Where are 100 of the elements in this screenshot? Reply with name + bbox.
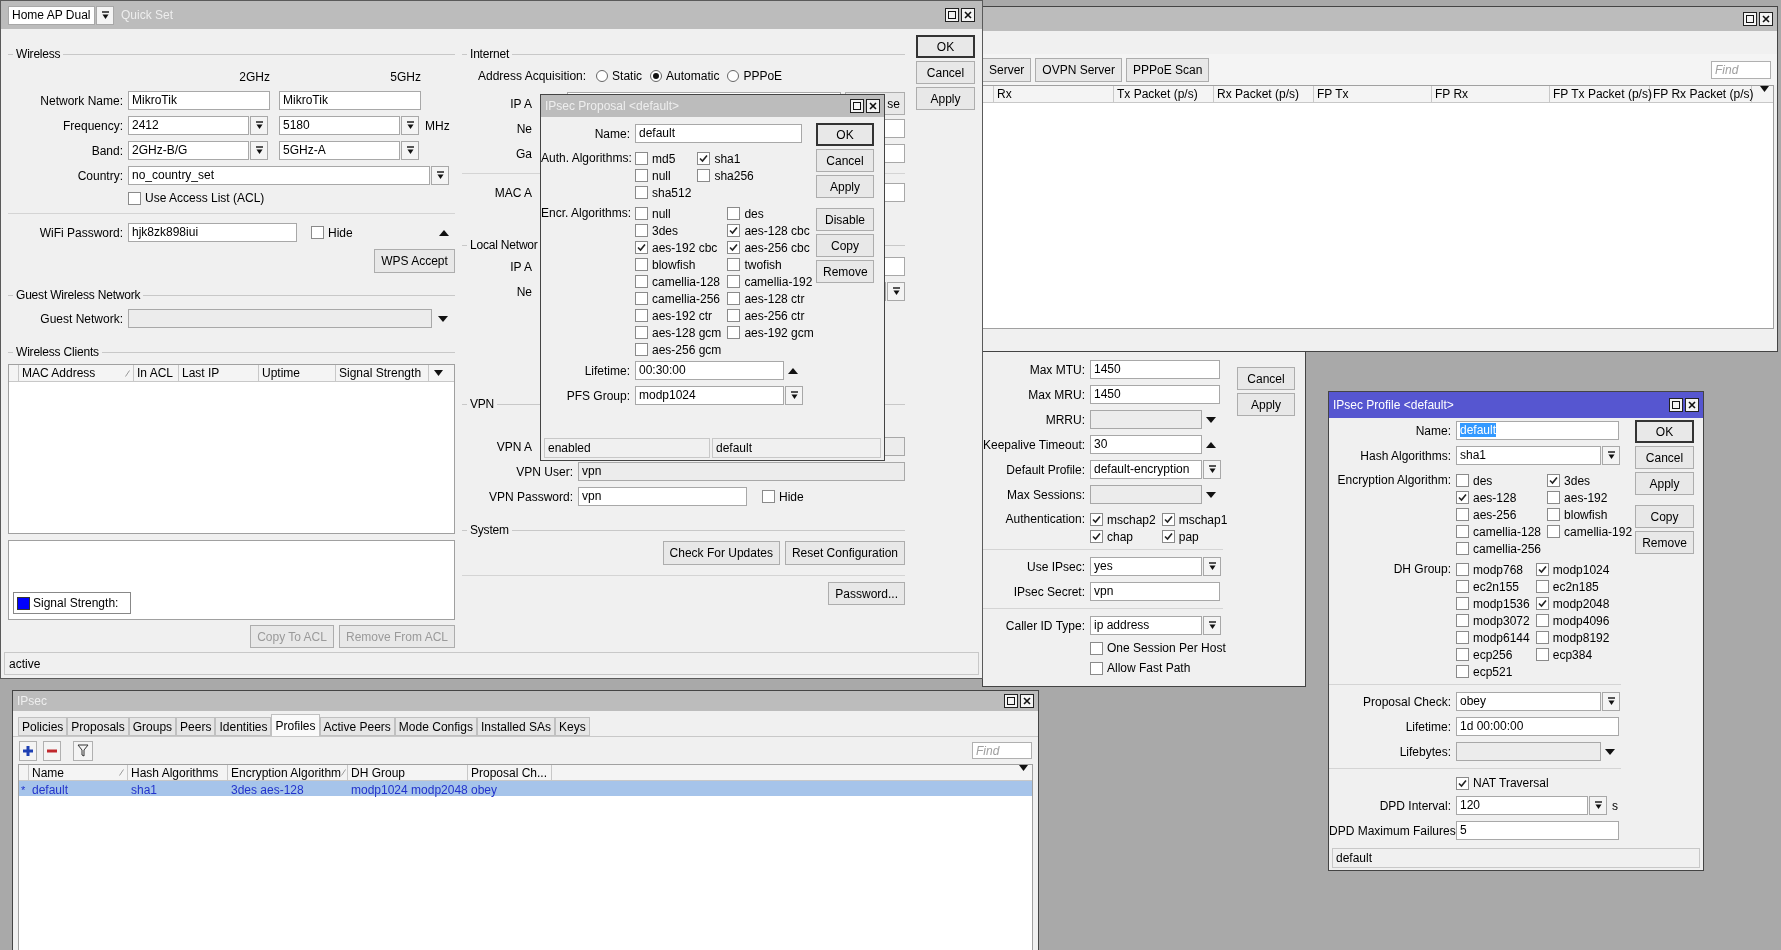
checkbox[interactable]: camellia-128 — [635, 273, 722, 290]
checkbox[interactable]: twofish — [727, 256, 814, 273]
radio-button[interactable]: PPPoE — [727, 67, 783, 85]
tab[interactable]: Groups — [128, 717, 177, 736]
up-arrow-icon[interactable] — [1206, 441, 1216, 448]
table-row[interactable]: * default sha1 3des aes-128 modp1024 modp2048 obey — [19, 781, 1032, 796]
input-field[interactable]: MikroTik — [279, 91, 421, 110]
input-field[interactable]: default-encryption — [1090, 460, 1202, 479]
input-field[interactable]: modp1024 — [635, 386, 784, 405]
tab[interactable]: Mode Configs — [394, 717, 477, 736]
dropdown-button[interactable] — [431, 166, 449, 185]
dropdown-button[interactable] — [96, 5, 114, 25]
input-field[interactable]: 1450 — [1090, 385, 1220, 404]
column-menu-icon[interactable] — [1018, 765, 1028, 771]
action-button[interactable]: OK — [816, 123, 874, 146]
action-button[interactable]: WPS Accept — [374, 249, 455, 273]
down-arrow-icon[interactable] — [1206, 491, 1216, 498]
action-button[interactable]: PPPoE Scan — [1126, 57, 1210, 82]
action-button[interactable]: Check For Updates — [662, 541, 780, 565]
action-button[interactable]: Password... — [828, 582, 905, 605]
checkbox[interactable]: camellia-192 — [727, 273, 814, 290]
column-header[interactable]: Encryption Algorithm — [228, 765, 348, 780]
input-field[interactable] — [128, 309, 432, 328]
checkbox[interactable]: Allow Fast Path — [1090, 659, 1191, 677]
checkbox[interactable]: null — [635, 205, 722, 222]
checkbox[interactable]: sha1 — [697, 150, 754, 167]
down-arrow-icon[interactable] — [1206, 416, 1216, 423]
maximize-button[interactable] — [1743, 12, 1757, 26]
input-field[interactable]: 00:30:00 — [635, 361, 784, 380]
checkbox[interactable]: camellia-128 — [1456, 523, 1542, 540]
checkbox[interactable]: camellia-256 — [635, 290, 722, 307]
remove-button[interactable] — [43, 740, 61, 761]
action-button[interactable]: Apply — [1635, 472, 1694, 495]
column-header[interactable]: Rx — [994, 86, 1114, 102]
action-button[interactable]: Cancel — [1237, 367, 1295, 390]
checkbox[interactable]: NAT Traversal — [1456, 774, 1549, 792]
action-button[interactable]: Remove — [1635, 531, 1694, 554]
checkbox[interactable]: aes-128 cbc — [727, 222, 814, 239]
action-button[interactable]: Disable — [816, 208, 874, 231]
column-header[interactable]: In ACL — [134, 365, 179, 381]
input-field[interactable]: default — [635, 124, 802, 143]
input-field[interactable]: 5 — [1456, 821, 1619, 840]
maximize-button[interactable] — [1669, 398, 1683, 412]
up-arrow-icon[interactable] — [788, 367, 798, 374]
tab[interactable]: Identities — [215, 717, 272, 736]
checkbox[interactable]: camellia-192 — [1547, 523, 1633, 540]
checkbox[interactable]: One Session Per Host — [1090, 639, 1226, 657]
dropdown-button[interactable] — [1203, 557, 1221, 576]
down-arrow-icon[interactable] — [1605, 748, 1615, 755]
down-arrow-icon[interactable] — [438, 315, 448, 322]
dropdown-button[interactable] — [1602, 692, 1620, 711]
checkbox[interactable]: null — [635, 167, 692, 184]
checkbox[interactable]: chap — [1090, 528, 1156, 545]
tab[interactable]: Keys — [554, 717, 590, 736]
input-field[interactable]: ip address — [1090, 616, 1202, 635]
tab[interactable]: Proposals — [67, 717, 129, 736]
column-header[interactable]: Uptime — [259, 365, 336, 381]
action-button[interactable]: Cancel — [916, 61, 975, 84]
radio-button[interactable]: Static — [596, 67, 643, 85]
checkbox[interactable]: des — [1456, 472, 1542, 489]
column-header[interactable]: DH Group — [348, 765, 468, 780]
input-field[interactable]: 5180 — [279, 116, 400, 135]
checkbox[interactable]: ecp521 — [1456, 663, 1530, 680]
checkbox[interactable]: des — [727, 205, 814, 222]
column-header[interactable]: Proposal Ch... — [468, 765, 552, 780]
dropdown-button[interactable] — [401, 116, 419, 135]
checkbox[interactable]: modp768 — [1456, 561, 1530, 578]
close-button[interactable] — [866, 99, 880, 113]
input-field[interactable]: obey — [1456, 692, 1601, 711]
close-button[interactable] — [961, 8, 975, 22]
close-button[interactable] — [1759, 12, 1773, 26]
tab[interactable]: Installed SAs — [476, 717, 555, 736]
checkbox[interactable]: modp8192 — [1535, 629, 1610, 646]
filter-button[interactable] — [73, 740, 93, 761]
find-field[interactable]: Find — [1711, 60, 1771, 79]
maximize-button[interactable] — [945, 8, 959, 22]
input-field[interactable]: 120 — [1456, 796, 1588, 815]
action-button[interactable]: OK — [916, 35, 975, 58]
column-header[interactable]: FP Tx Packet (p/s) — [1550, 86, 1650, 102]
column-header[interactable]: FP Rx — [1432, 86, 1550, 102]
find-field[interactable]: Find — [972, 742, 1032, 759]
action-button[interactable]: Apply — [816, 175, 874, 198]
checkbox[interactable]: 3des — [1547, 472, 1633, 489]
input-field[interactable]: 5GHz-A — [279, 141, 400, 160]
column-header[interactable]: MAC Address — [19, 365, 134, 381]
input-field[interactable]: 2GHz-B/G — [128, 141, 249, 160]
dropdown-button[interactable] — [1203, 460, 1221, 479]
checkbox[interactable]: modp2048 — [1535, 595, 1610, 612]
checkbox[interactable]: camellia-256 — [1456, 540, 1542, 557]
checkbox[interactable]: pap — [1161, 528, 1228, 545]
checkbox[interactable]: aes-256 ctr — [727, 307, 814, 324]
mode-select[interactable]: Home AP Dual — [8, 5, 95, 25]
checkbox[interactable]: sha512 — [635, 184, 692, 201]
up-arrow-icon[interactable] — [439, 229, 449, 236]
dropdown-button[interactable] — [250, 116, 268, 135]
action-button[interactable]: Remove — [816, 260, 874, 283]
checkbox[interactable]: mschap2 — [1090, 511, 1156, 528]
input-field[interactable]: hjk8zk898iui — [128, 223, 297, 242]
tab[interactable]: Profiles — [271, 714, 320, 736]
tab[interactable]: Policies — [18, 717, 68, 736]
